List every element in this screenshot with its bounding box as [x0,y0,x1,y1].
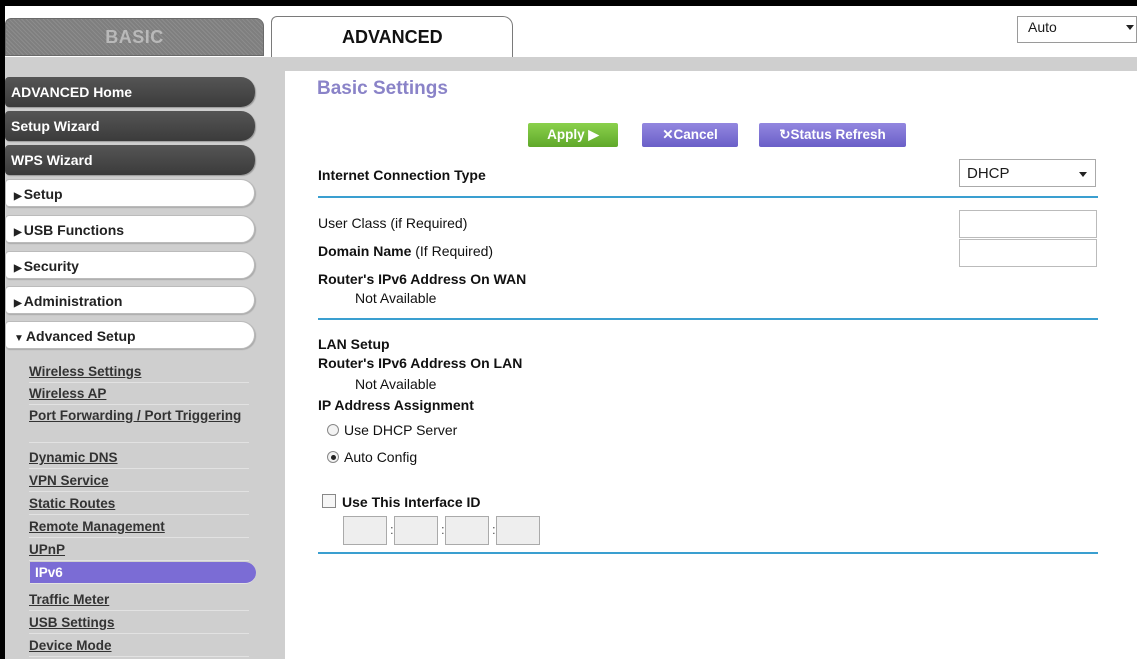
lan-ipv6-value: Not Available [355,376,437,392]
auto-config-label: Auto Config [344,449,418,465]
triangle-right-icon: ▶ [14,227,22,238]
cancel-button[interactable]: ✕Cancel [642,123,738,147]
sidebar-item-vpn-service[interactable]: VPN Service [29,470,249,492]
auto-config-radio[interactable] [327,451,339,463]
use-interface-id-label: Use This Interface ID [342,494,481,510]
header-band [5,57,1137,71]
sidebar-section-label: Security [23,258,79,274]
sidebar-item-port-forwarding[interactable]: Port Forwarding / Port Triggering [29,405,249,443]
sidebar-section-administration[interactable]: ▶ Administration [5,286,255,314]
tab-advanced[interactable]: ADVANCED [271,16,513,58]
sidebar-section-security[interactable]: ▶ Security [5,251,255,279]
sidebar-item-device-mode[interactable]: Device Mode [29,635,249,657]
interface-id-field-3[interactable] [445,516,489,545]
sidebar-item-upnp[interactable]: UPnP [29,539,249,561]
lan-ipv6-label: Router's IPv6 Address On LAN [318,355,523,371]
user-class-label: User Class (if Required) [318,215,468,231]
triangle-right-icon: ▶ [14,263,22,274]
sidebar-item-setup-wizard[interactable]: Setup Wizard [5,111,255,141]
sidebar-section-label: Administration [23,293,123,309]
wan-ipv6-value: Not Available [355,290,437,306]
domain-name-label: Domain Name (If Required) [318,243,493,259]
page-title: Basic Settings [317,78,448,99]
sidebar-item-dynamic-dns[interactable]: Dynamic DNS [29,447,249,469]
language-select-value: Auto [1028,19,1057,35]
sidebar-section-setup[interactable]: ▶ Setup [5,179,255,207]
domain-name-input[interactable] [959,239,1097,267]
sidebar-section-label: Setup [23,186,63,202]
triangle-right-icon: ▶ [14,298,22,309]
interface-id-field-2[interactable] [394,516,438,545]
interface-id-field-4[interactable] [496,516,540,545]
ip-assignment-label: IP Address Assignment [318,397,474,413]
divider [318,196,1098,198]
use-dhcp-server-radio[interactable] [327,424,339,436]
sidebar-section-advanced-setup[interactable]: ▼ Advanced Setup [5,321,255,349]
chevron-down-icon [1126,25,1134,30]
sidebar-item-remote-management[interactable]: Remote Management [29,516,249,538]
sidebar-section-usb-functions[interactable]: ▶ USB Functions [5,215,255,243]
domain-name-label-bold: Domain Name [318,243,412,259]
wan-ipv6-label: Router's IPv6 Address On WAN [318,271,527,287]
status-refresh-button[interactable]: ↻Status Refresh [759,123,906,147]
sidebar-item-wireless-ap[interactable]: Wireless AP [29,383,249,405]
user-class-input[interactable] [959,210,1097,238]
sidebar-item-ipv6[interactable]: IPv6 [30,562,256,584]
divider [318,318,1098,320]
chevron-down-icon [1079,172,1087,177]
window-frame-top [0,0,1137,6]
interface-id-field-1[interactable] [343,516,387,545]
internet-connection-type-select[interactable]: DHCP [959,159,1096,187]
tab-basic[interactable]: BASIC [5,18,264,56]
use-dhcp-server-label: Use DHCP Server [344,422,458,438]
internet-connection-type-label: Internet Connection Type [318,167,486,183]
language-select[interactable]: Auto [1017,16,1137,43]
domain-name-label-note: (If Required) [415,243,494,259]
use-interface-id-checkbox[interactable] [322,494,336,508]
sidebar-item-wps-wizard[interactable]: WPS Wizard [5,145,255,175]
lan-setup-heading: LAN Setup [318,336,390,352]
divider [318,552,1098,554]
sidebar-item-usb-settings[interactable]: USB Settings [29,612,249,634]
sidebar-item-static-routes[interactable]: Static Routes [29,493,249,515]
sidebar-item-wireless-settings[interactable]: Wireless Settings [29,361,249,383]
apply-button[interactable]: Apply ▶ [528,123,618,147]
sidebar-section-label: Advanced Setup [25,328,136,344]
sidebar-item-traffic-meter[interactable]: Traffic Meter [29,589,249,611]
triangle-down-icon: ▼ [14,333,24,344]
sidebar-item-advanced-home[interactable]: ADVANCED Home [5,77,255,107]
sidebar-section-label: USB Functions [23,222,125,238]
triangle-right-icon: ▶ [14,191,22,202]
internet-connection-type-value: DHCP [967,165,1010,182]
